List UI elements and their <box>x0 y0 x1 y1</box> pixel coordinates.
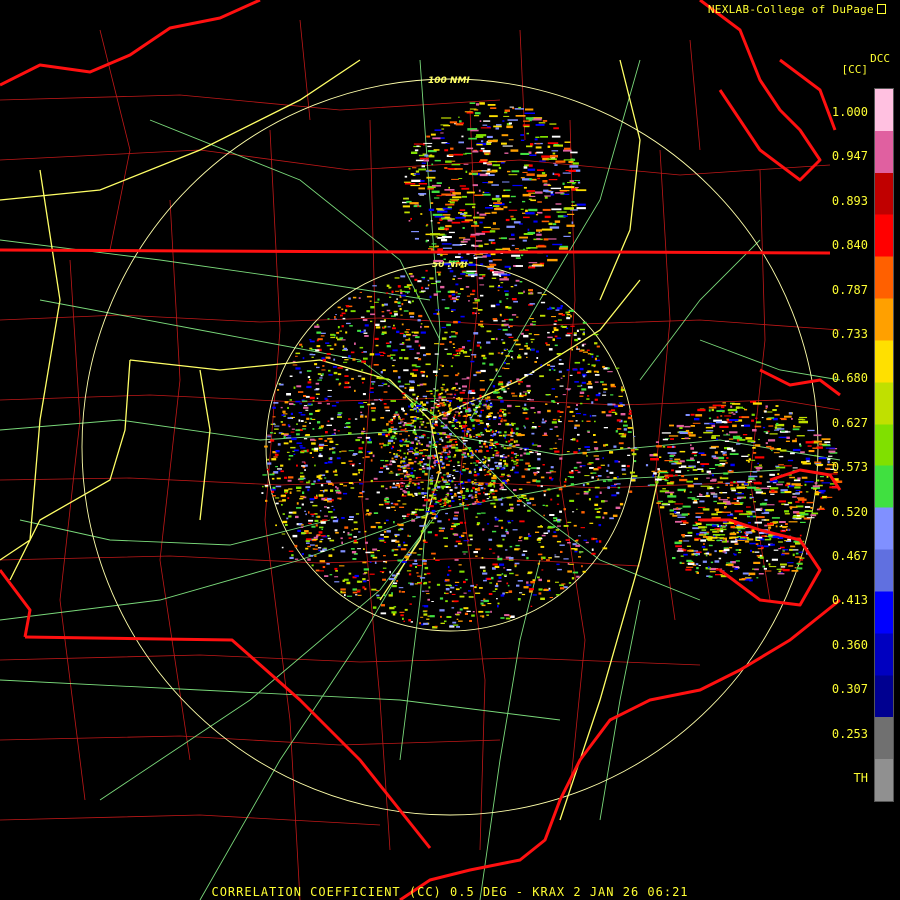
scale-label: 0.893 <box>831 193 868 208</box>
scale-label: 0.840 <box>831 238 868 253</box>
scale-label: 0.413 <box>831 593 868 608</box>
color-scale-bar <box>874 88 894 802</box>
scale-label: 0.627 <box>831 415 868 430</box>
scale-label: 0.787 <box>831 282 868 297</box>
scale-label: 0.253 <box>831 726 868 741</box>
range-ring-100-label: 100 NMI <box>428 76 470 86</box>
scale-label: 0.307 <box>831 682 868 697</box>
scale-label: 0.680 <box>831 371 868 386</box>
credit-text: NEXLAB-College of DuPage <box>708 3 886 16</box>
scale-label: 0.947 <box>831 149 868 164</box>
scale-label: TH <box>853 771 868 785</box>
scale-label: 0.573 <box>831 460 868 475</box>
radar-map: 100 NMI 50 NMI <box>0 0 900 900</box>
scale-label: 1.000 <box>831 105 868 119</box>
scale-label: 0.360 <box>831 637 868 652</box>
scale-label: 0.467 <box>831 549 868 563</box>
external-link-icon <box>877 4 886 14</box>
scale-label: 0.520 <box>831 504 868 519</box>
product-unit: [CC] <box>841 63 869 76</box>
product-code: DCC <box>870 52 890 65</box>
product-title: CORRELATION COEFFICIENT (CC) 0.5 DEG - K… <box>211 885 689 899</box>
scale-label: 0.733 <box>831 327 868 341</box>
